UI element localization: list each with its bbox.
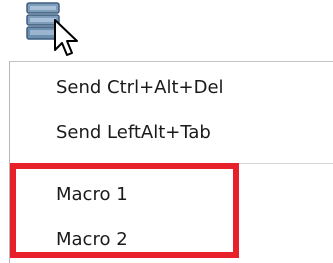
menu-separator xyxy=(10,163,333,164)
window-stack-icon xyxy=(26,2,78,56)
macro-toolbar-button[interactable] xyxy=(22,0,80,58)
screenshot-stage: Send Ctrl+Alt+Del Send LeftAlt+Tab Macro… xyxy=(0,0,333,263)
menu-item-send-leftalt-tab[interactable]: Send LeftAlt+Tab xyxy=(56,122,211,144)
mouse-pointer-icon xyxy=(54,19,78,56)
menu-item-send-ctrl-alt-del[interactable]: Send Ctrl+Alt+Del xyxy=(56,77,224,99)
macro-dropdown-menu: Send Ctrl+Alt+Del Send LeftAlt+Tab Macro… xyxy=(9,61,333,263)
menu-item-macro-2[interactable]: Macro 2 xyxy=(56,229,128,251)
menu-item-macro-1[interactable]: Macro 1 xyxy=(56,184,128,206)
